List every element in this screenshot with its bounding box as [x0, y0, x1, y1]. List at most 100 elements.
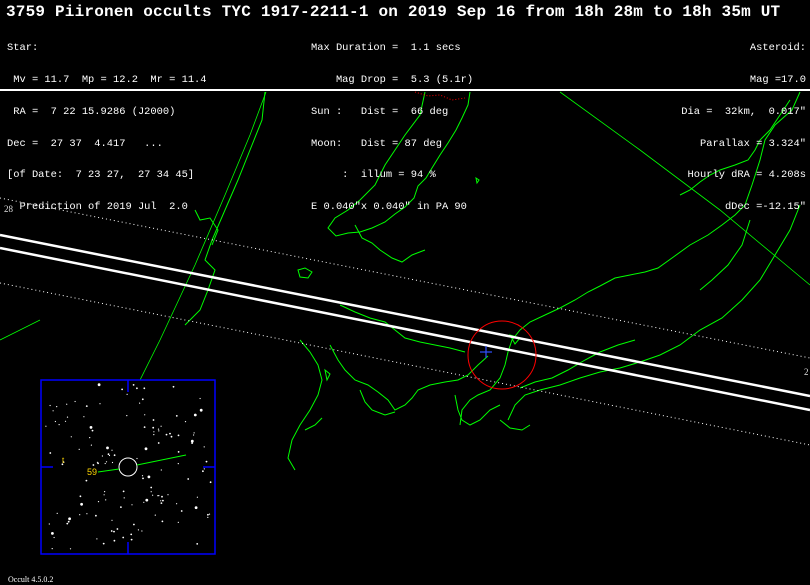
coastline-south-1 [304, 417, 323, 431]
finder-star [153, 431, 155, 433]
finder-star [67, 520, 70, 523]
finder-star [160, 502, 163, 504]
finder-star [85, 479, 88, 482]
finder-star [147, 475, 151, 479]
finder-star [130, 533, 133, 536]
finder-star [152, 419, 155, 421]
finder-star [199, 408, 203, 412]
finder-star [177, 434, 180, 437]
finder-star [161, 520, 164, 523]
asteroid-info-line: Mag =17.0 [749, 73, 806, 86]
finder-star [45, 425, 47, 427]
finder-star [111, 449, 113, 451]
finder-star [158, 430, 160, 432]
finder-star [70, 436, 72, 438]
finder-star [177, 451, 180, 453]
finder-star [162, 499, 164, 502]
finder-star [120, 506, 122, 508]
finder-star [49, 404, 51, 407]
star-info-line: [of Date: 7 23 27, 27 34 45] [7, 169, 195, 182]
finder-star [154, 514, 156, 516]
finder-star [56, 406, 58, 408]
finder-star [172, 385, 175, 388]
finder-star [126, 415, 128, 417]
finder-star [64, 420, 67, 422]
finder-star [170, 435, 173, 438]
finder-star [126, 393, 128, 395]
asteroid-info-line: Dia = 32km, 0.017" [681, 105, 806, 118]
event-info-line: Sun : Dist = 66 deg [311, 105, 449, 118]
finder-star [132, 384, 135, 386]
finder-star [160, 500, 162, 502]
asteroid-info-line: Parallax = 3.324" [699, 137, 806, 150]
finder-chart [40, 379, 216, 555]
finder-star [160, 425, 162, 427]
finder-mark-label: t [62, 456, 65, 465]
star-info-line: Star: [7, 42, 39, 55]
finder-star [142, 477, 144, 480]
star-info-block: Star: Mv = 11.7 Mp = 12.2 Mr = 11.4 RA =… [7, 22, 207, 223]
finder-star [130, 538, 133, 541]
finder-star [157, 442, 160, 444]
finder-star [116, 528, 119, 530]
finder-star [106, 446, 109, 450]
finder-star [152, 494, 154, 496]
finder-star [74, 400, 76, 403]
finder-star [113, 530, 115, 533]
finder-star [54, 420, 57, 423]
finder-star [203, 468, 205, 470]
coastline-kyushu [329, 344, 489, 411]
finder-star [205, 460, 208, 463]
finder-star [169, 432, 171, 435]
finder-star [92, 464, 95, 466]
finder-star [133, 523, 135, 526]
finder-star [97, 383, 101, 387]
finder-star [141, 398, 144, 401]
finder-star [90, 444, 92, 446]
asteroid-info-line: Asteroid: [749, 42, 806, 55]
finder-star [95, 514, 97, 517]
finder-star [122, 490, 125, 493]
finder-star [177, 521, 179, 524]
finder-star [51, 532, 54, 535]
finder-star [141, 530, 143, 532]
island-4 [324, 368, 331, 382]
finder-star [79, 495, 82, 498]
meridian-line-left-2 [0, 319, 41, 341]
finder-star [208, 513, 211, 515]
site-cross-icon [480, 346, 492, 358]
path-edge-north [0, 233, 810, 398]
asteroid-info-block: Asteroid: Mag =17.0 Dia = 32km, 0.017" P… [681, 22, 806, 223]
coastline-south-4 [499, 419, 531, 431]
event-info-line: Mag Drop = 5.3 (5.1r) [311, 73, 474, 86]
site-circle [467, 320, 537, 390]
finder-star [86, 513, 88, 515]
finder-star [202, 470, 204, 473]
star-info-line: Prediction of 2019 Jul 2.0 [7, 201, 188, 214]
finder-star [69, 548, 72, 550]
finder-star [143, 501, 145, 503]
finder-star [113, 539, 116, 542]
finder-star [143, 426, 146, 428]
finder-star [150, 491, 152, 493]
page-title: 3759 Piironen occults TYC 1917-2211-1 on… [6, 3, 781, 21]
finder-star [152, 426, 155, 429]
finder-star [157, 428, 160, 430]
asteroid-info-line: Hourly dRA = 4.208s [687, 169, 806, 182]
finder-star [91, 429, 94, 432]
header-separator [0, 89, 810, 91]
finder-star [83, 416, 85, 418]
finder-star [196, 496, 198, 498]
finder-star [196, 543, 199, 545]
finder-star [103, 494, 105, 496]
finder-star-magnitude: 59 [87, 467, 98, 477]
finder-star [177, 463, 179, 465]
finder-star [193, 434, 195, 436]
finder-star [101, 455, 103, 457]
finder-star [122, 536, 125, 539]
finder-star [123, 497, 125, 499]
finder-star [137, 529, 139, 531]
star-info-line: RA = 7 22 15.9286 (J2000) [7, 105, 176, 118]
finder-star [110, 530, 113, 532]
coastline-japan-inner [699, 219, 751, 291]
